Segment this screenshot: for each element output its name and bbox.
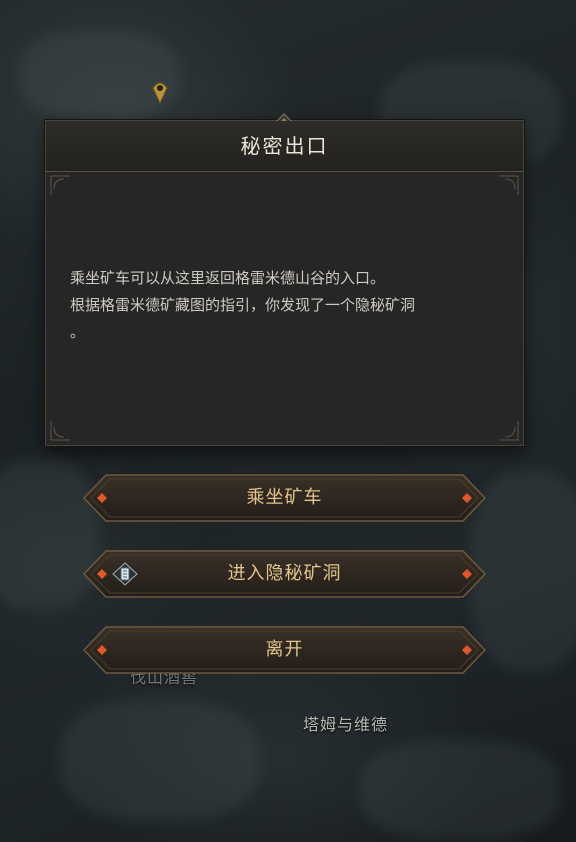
- dialog-body-text: 乘坐矿车可以从这里返回格雷米德山谷的入口。 根据格雷米德矿藏图的指引，你发现了一…: [70, 265, 510, 346]
- map-marker-icon[interactable]: [151, 76, 169, 104]
- dialog-title: 秘密出口: [240, 134, 329, 158]
- option-label: 乘坐矿车: [246, 487, 323, 508]
- rock-texture: [60, 700, 260, 820]
- dialog-header: 秘密出口: [46, 121, 523, 172]
- option-enter-hidden-mine-button[interactable]: 进入隐秘矿洞: [82, 549, 487, 599]
- option-leave-button[interactable]: 离开: [82, 625, 487, 675]
- dialog-text-line: 根据格雷米德矿藏图的指引，你发现了一个隐秘矿洞: [70, 296, 416, 314]
- option-label: 进入隐秘矿洞: [227, 563, 342, 584]
- corner-ornament-icon: [499, 175, 519, 195]
- option-ride-minecart-button[interactable]: 乘坐矿车: [82, 473, 487, 523]
- dialog-text-line: 。: [70, 323, 86, 341]
- rock-texture: [20, 30, 180, 120]
- game-scene: 伐山酒窖 塔姆与维德 秘密出口 乘坐矿车可以从这里返回格雷米德山谷的入口。 根据…: [0, 0, 576, 842]
- option-label: 离开: [265, 639, 304, 660]
- rock-texture: [360, 740, 560, 840]
- map-location-label[interactable]: 塔姆与维德: [303, 711, 388, 735]
- corner-ornament-icon: [50, 421, 70, 441]
- corner-ornament-icon: [50, 175, 70, 195]
- dialog-text-line: 乘坐矿车可以从这里返回格雷米德山谷的入口。: [70, 269, 386, 287]
- corner-ornament-icon: [499, 421, 519, 441]
- event-dialog: 秘密出口 乘坐矿车可以从这里返回格雷米德山谷的入口。 根据格雷米德矿藏图的指引，…: [45, 113, 524, 446]
